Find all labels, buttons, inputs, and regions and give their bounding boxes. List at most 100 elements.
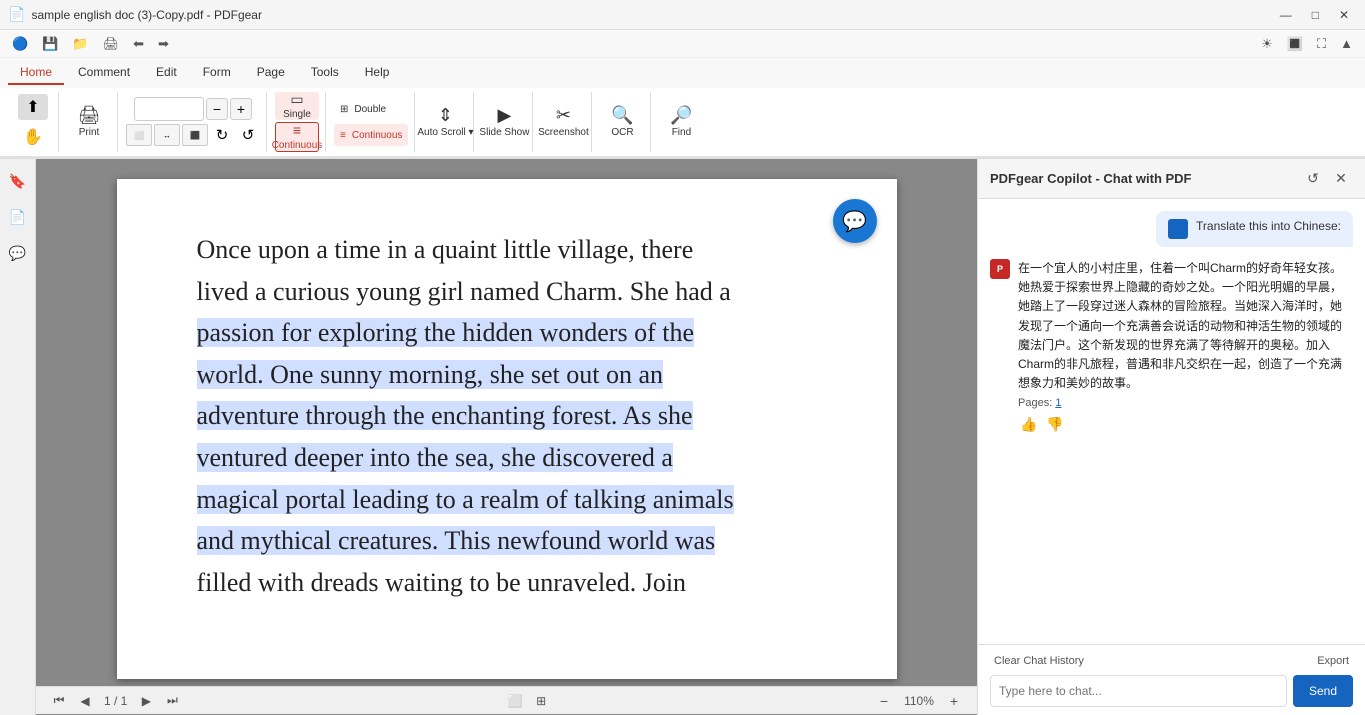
print-quick-button[interactable]: 🖨 (99, 34, 124, 54)
ocr-button[interactable]: 🔍 OCR (600, 94, 644, 150)
find-group: 🔎 Find (653, 92, 709, 152)
titlebar: 📄 sample english doc (3)-Copy.pdf - PDFg… (0, 0, 1365, 30)
cont-icon: ≡ (340, 130, 346, 141)
last-page-button[interactable]: ⏭ (161, 690, 183, 712)
maximize-button[interactable]: □ (1304, 6, 1327, 24)
logo-button[interactable]: 🔵 (8, 34, 32, 54)
print-button[interactable]: 🖨 Print (67, 94, 111, 150)
rotate-ccw-button[interactable]: ↺ (236, 123, 260, 147)
tab-form[interactable]: Form (191, 61, 243, 85)
fullscreen-button[interactable]: ⛶ (1313, 34, 1330, 54)
pdf-line-4-highlight: world. One sunny morning, she set out on… (197, 360, 664, 389)
close-button[interactable]: ✕ (1331, 6, 1357, 24)
redo-button[interactable]: ➡ (154, 34, 173, 54)
fit-controls: ⬜ ⊞ (504, 690, 552, 712)
tab-help[interactable]: Help (353, 61, 402, 85)
double-group: ⊞ Double ≡ Continuous (328, 92, 415, 152)
chat-fab-button[interactable]: 💬 (833, 199, 877, 243)
ocr-label: OCR (611, 127, 633, 138)
ocr-group: 🔍 OCR (594, 92, 651, 152)
clear-chat-button[interactable]: Clear Chat History (990, 653, 1088, 669)
sidebar-bookmark-button[interactable]: 🔖 (4, 167, 32, 195)
fit-width-nav-button[interactable]: ⊞ (530, 690, 552, 712)
sidebar-comments-button[interactable]: 💬 (4, 239, 32, 267)
single-page-button[interactable]: ▭ Single (275, 92, 319, 120)
zoom-input[interactable]: 110% (134, 97, 204, 121)
first-page-button[interactable]: ⏮ (48, 690, 70, 712)
minimize-button[interactable]: — (1272, 6, 1300, 24)
next-page-button[interactable]: ▶ (135, 690, 157, 712)
fit-page-nav-button[interactable]: ⬜ (504, 690, 526, 712)
single-label: Single (283, 109, 311, 120)
slideshow-button[interactable]: ▶ Slide Show (482, 94, 526, 150)
chat-panel: PDFgear Copilot - Chat with PDF ↺ ✕ Tran… (977, 159, 1365, 715)
feedback-buttons: 👍 👎 (1018, 413, 1353, 435)
export-button[interactable]: Export (1313, 653, 1353, 669)
tab-tools[interactable]: Tools (299, 61, 351, 85)
tab-page[interactable]: Page (245, 61, 297, 85)
double-button[interactable]: ⊞ Double (334, 98, 392, 120)
app-logo-icon: 📄 (8, 6, 25, 23)
thumbs-up-button[interactable]: 👍 (1018, 413, 1040, 435)
pdf-line-5-highlight: adventure through the enchanting forest.… (197, 401, 693, 430)
autoscroll-button[interactable]: ⇕ Auto Scroll ▾ (423, 94, 467, 150)
tab-edit[interactable]: Edit (144, 61, 189, 85)
slideshow-group: ▶ Slide Show (476, 92, 533, 152)
app-title: sample english doc (3)-Copy.pdf - PDFgea… (31, 8, 262, 22)
chat-user-message: Translate this into Chinese: (1156, 211, 1353, 247)
zoom-out-nav-button[interactable]: − (873, 690, 895, 712)
continuous-button[interactable]: ≡ Continuous (275, 122, 319, 152)
double-label: Double (354, 104, 386, 115)
chat-input[interactable] (990, 675, 1287, 707)
cursor-group: ⬆ ✋ (8, 92, 59, 152)
collapse-button[interactable]: ▲ (1336, 34, 1357, 53)
pdf-line-1: Once upon a time in a quaint little vill… (197, 235, 694, 264)
rotate-cw-button[interactable]: ↻ (210, 123, 234, 147)
screenshot-button[interactable]: ✂ Screenshot (541, 94, 585, 150)
screenshot-icon: ✂ (556, 106, 571, 124)
chat-footer: Clear Chat History Export Send (978, 644, 1365, 715)
main-area: 🔖 📄 💬 Once upon a time in a quaint littl… (0, 159, 1365, 715)
page-link[interactable]: 1 (1055, 397, 1061, 409)
toolbar-container: 🔵 💾 📁 🖨 ⬅ ➡ ☀ 🔳 ⛶ ▲ Home Comment Edit Fo… (0, 30, 1365, 159)
single-cont-button[interactable]: ≡ Continuous (334, 124, 408, 146)
zoom-in-nav-button[interactable]: + (943, 690, 965, 712)
prev-page-button[interactable]: ◀ (74, 690, 96, 712)
menu-tabs: Home Comment Edit Form Page Tools Help (0, 58, 1365, 88)
send-button[interactable]: Send (1293, 675, 1353, 707)
find-icon: 🔎 (670, 106, 692, 124)
open-button[interactable]: 📁 (68, 34, 92, 54)
screenshot-group: ✂ Screenshot (535, 92, 592, 152)
left-sidebar: 🔖 📄 💬 (0, 159, 36, 715)
page-indicator: 1 / 1 (104, 694, 127, 708)
zoom-group: 110% − + ⬜ ↔ ⬛ ↻ ↺ (120, 92, 267, 152)
slideshow-icon: ▶ (498, 106, 512, 124)
select-cursor-button[interactable]: ⬆ (18, 94, 48, 120)
print-icon: 🖨 (78, 106, 101, 124)
pdf-line-9: filled with dreads waiting to be unravel… (197, 568, 687, 597)
chat-close-button[interactable]: ✕ (1329, 167, 1353, 191)
find-button[interactable]: 🔎 Find (659, 94, 703, 150)
ai-content: 在一个宜人的小村庄里，住着一个叫Charm的好奇年轻女孩。她热爱于探索世界上隐藏… (1018, 259, 1353, 435)
continuous-icon: ≡ (293, 123, 301, 137)
zoom-out-button[interactable]: − (206, 98, 228, 120)
actual-size-button[interactable]: ⬛ (182, 124, 208, 146)
chat-messages: Translate this into Chinese: P 在一个宜人的小村庄… (978, 199, 1365, 644)
pan-cursor-button[interactable]: ✋ (18, 124, 48, 150)
chat-ai-message: P 在一个宜人的小村庄里，住着一个叫Charm的好奇年轻女孩。她热爱于探索世界上… (990, 259, 1353, 435)
chat-refresh-button[interactable]: ↺ (1301, 167, 1325, 191)
brightness-button[interactable]: ☀ (1257, 34, 1277, 54)
tab-home[interactable]: Home (8, 61, 64, 85)
tab-comment[interactable]: Comment (66, 61, 142, 85)
fit-width-button[interactable]: ↔ (154, 124, 180, 146)
sidebar-thumbnail-button[interactable]: 📄 (4, 203, 32, 231)
fit-page-button[interactable]: ⬜ (126, 124, 152, 146)
thumbs-down-button[interactable]: 👎 (1044, 413, 1066, 435)
pdf-viewer[interactable]: Once upon a time in a quaint little vill… (36, 159, 977, 715)
undo-button[interactable]: ⬅ (129, 34, 148, 54)
pdf-text-content[interactable]: Once upon a time in a quaint little vill… (197, 229, 817, 603)
fit-button[interactable]: 🔳 (1283, 34, 1307, 54)
zoom-controls: − 110% + (873, 690, 965, 712)
save-button[interactable]: 💾 (38, 34, 62, 54)
zoom-in-button[interactable]: + (230, 98, 252, 120)
